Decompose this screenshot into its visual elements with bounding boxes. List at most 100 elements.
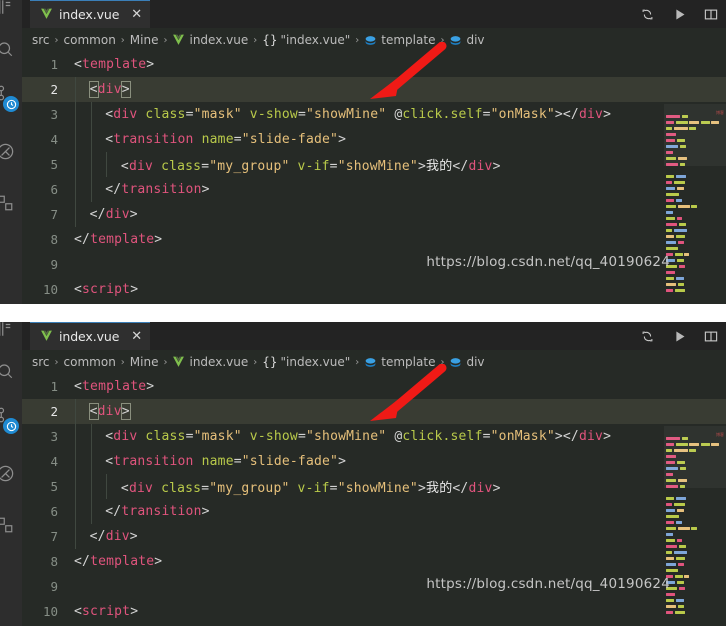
timeline-clock-badge-icon[interactable] xyxy=(3,418,19,434)
breadcrumb-item-template[interactable]: template xyxy=(364,355,435,369)
braces-icon: {} xyxy=(262,33,278,47)
tab-label: index.vue xyxy=(59,7,120,22)
line-number: 4 xyxy=(50,454,58,469)
code-token: </ xyxy=(452,159,469,174)
code-token: name xyxy=(201,454,234,469)
code-token: div xyxy=(113,107,138,122)
close-icon[interactable]: ✕ xyxy=(131,330,142,343)
breadcrumb-item-index-vue[interactable]: index.vue xyxy=(172,355,248,369)
minimap[interactable]: 博客 xyxy=(664,104,726,304)
code-line[interactable]: 6 </transition> xyxy=(22,499,726,524)
run-debug-icon[interactable] xyxy=(0,138,18,164)
code-token: div xyxy=(97,404,122,419)
run-play-icon[interactable] xyxy=(670,5,688,23)
code-token: transition xyxy=(121,182,202,197)
run-and-debug-icon[interactable] xyxy=(638,327,656,345)
code-token: class xyxy=(145,107,186,122)
code-line[interactable]: 1 <template> xyxy=(22,374,726,399)
indent-guide xyxy=(75,177,76,202)
minimap-watermark: 博客 xyxy=(716,110,724,115)
minimap-segment xyxy=(674,611,685,614)
extensions-icon[interactable] xyxy=(0,190,18,216)
run-play-icon[interactable] xyxy=(670,327,688,345)
code-line[interactable]: 6 </transition> xyxy=(22,177,726,202)
split-editor-icon[interactable] xyxy=(702,5,720,23)
vue-logo-icon xyxy=(40,327,53,346)
split-editor-icon[interactable] xyxy=(702,327,720,345)
code-line[interactable]: 1 <template> xyxy=(22,52,726,77)
breadcrumb-item-mine[interactable]: Mine xyxy=(130,355,159,369)
code-token: > xyxy=(120,403,131,420)
search-icon[interactable] xyxy=(0,358,18,384)
minimap-segment xyxy=(691,205,697,208)
line-number: 5 xyxy=(50,157,58,172)
explorer-icon[interactable] xyxy=(0,0,18,20)
code-line[interactable]: 5 <div class="my_group" v-if="showMine">我… xyxy=(22,152,726,177)
code-content: <div> xyxy=(74,403,726,420)
tab-index-vue[interactable]: index.vue ✕ xyxy=(30,0,151,28)
timeline-clock-badge-icon[interactable] xyxy=(3,96,19,112)
watermark-url: https://blog.csdn.net/qq_40190624 xyxy=(426,254,670,270)
breadcrumb-item-template[interactable]: template xyxy=(364,33,435,47)
code-line[interactable]: 10 <script> xyxy=(22,277,726,302)
search-icon[interactable] xyxy=(0,36,18,62)
code-line[interactable]: 2 <div> xyxy=(22,77,726,102)
code-token: > xyxy=(603,107,612,122)
code-token: < xyxy=(120,159,129,174)
code-token: > xyxy=(130,604,139,619)
code-token: transition xyxy=(113,454,194,469)
code-line[interactable]: 8 </template> xyxy=(22,227,726,252)
breadcrumb-item-div[interactable]: div xyxy=(449,355,485,369)
minimap[interactable]: 博客 xyxy=(664,426,726,626)
code-token: > xyxy=(129,207,138,222)
breadcrumb-item-symbol-file[interactable]: {} "index.vue" xyxy=(262,355,350,369)
code-token: div xyxy=(468,159,493,174)
code-editor[interactable]: 1 <template> 2 <div> 3 <div class="mask" v-sh… xyxy=(22,374,726,626)
breadcrumb-item-common[interactable]: common xyxy=(64,33,116,47)
code-token: </ xyxy=(74,554,91,569)
tab-index-vue[interactable]: index.vue ✕ xyxy=(30,322,151,350)
explorer-icon[interactable] xyxy=(0,322,18,342)
code-line[interactable]: 5 <div class="my_group" v-if="showMine">我… xyxy=(22,474,726,499)
code-line[interactable]: 4 <transition name="slide-fade"> xyxy=(22,127,726,152)
code-line[interactable]: 8 </template> xyxy=(22,549,726,574)
code-line[interactable]: 7 </div> xyxy=(22,202,726,227)
code-line[interactable]: 3 <div class="mask" v-show="showMine" @cl… xyxy=(22,102,726,127)
minimap-segment xyxy=(666,611,673,614)
breadcrumb-item-mine[interactable]: Mine xyxy=(130,33,159,47)
code-token: "onMask" xyxy=(490,107,555,122)
run-and-debug-icon[interactable] xyxy=(638,5,656,23)
indent-guide xyxy=(90,102,92,127)
minimap-row xyxy=(664,280,726,292)
line-number: 10 xyxy=(42,282,58,297)
indent-guide xyxy=(90,152,92,177)
breadcrumb-item-div[interactable]: div xyxy=(449,33,485,47)
breadcrumb-item-index-vue[interactable]: index.vue xyxy=(172,33,248,47)
code-line[interactable]: 10 <script> xyxy=(22,599,726,624)
breadcrumb-item-symbol-file[interactable]: {} "index.vue" xyxy=(262,33,350,47)
code-content: <script> xyxy=(74,282,726,297)
code-token: > xyxy=(129,529,138,544)
code-editor[interactable]: 1 <template> 2 <div> 3 <div class="mask" v-sh… xyxy=(22,52,726,304)
code-line[interactable]: 2 <div> xyxy=(22,399,726,424)
code-token: template xyxy=(90,554,155,569)
indent-guide xyxy=(75,474,76,499)
extensions-icon[interactable] xyxy=(0,512,18,538)
breadcrumb-item-src[interactable]: src xyxy=(32,33,50,47)
code-line[interactable]: 3 <div class="mask" v-show="showMine" @cl… xyxy=(22,424,726,449)
line-number: 4 xyxy=(50,132,58,147)
code-content: <div class="my_group" v-if="showMine">我的… xyxy=(74,477,726,496)
run-debug-icon[interactable] xyxy=(0,460,18,486)
minimap-row xyxy=(664,602,726,614)
close-icon[interactable]: ✕ xyxy=(131,8,142,21)
breadcrumb-item-common[interactable]: common xyxy=(64,355,116,369)
code-token: > xyxy=(492,159,501,174)
code-line[interactable]: 7 </div> xyxy=(22,524,726,549)
code-line[interactable]: 4 <transition name="slide-fade"> xyxy=(22,449,726,474)
code-content: </template> xyxy=(74,232,726,247)
breadcrumb-separator: › xyxy=(440,356,445,368)
breadcrumb-label: common xyxy=(63,33,116,47)
code-content: <template> xyxy=(74,57,726,72)
symbol-field-icon xyxy=(364,356,377,369)
breadcrumb-item-src[interactable]: src xyxy=(32,355,50,369)
